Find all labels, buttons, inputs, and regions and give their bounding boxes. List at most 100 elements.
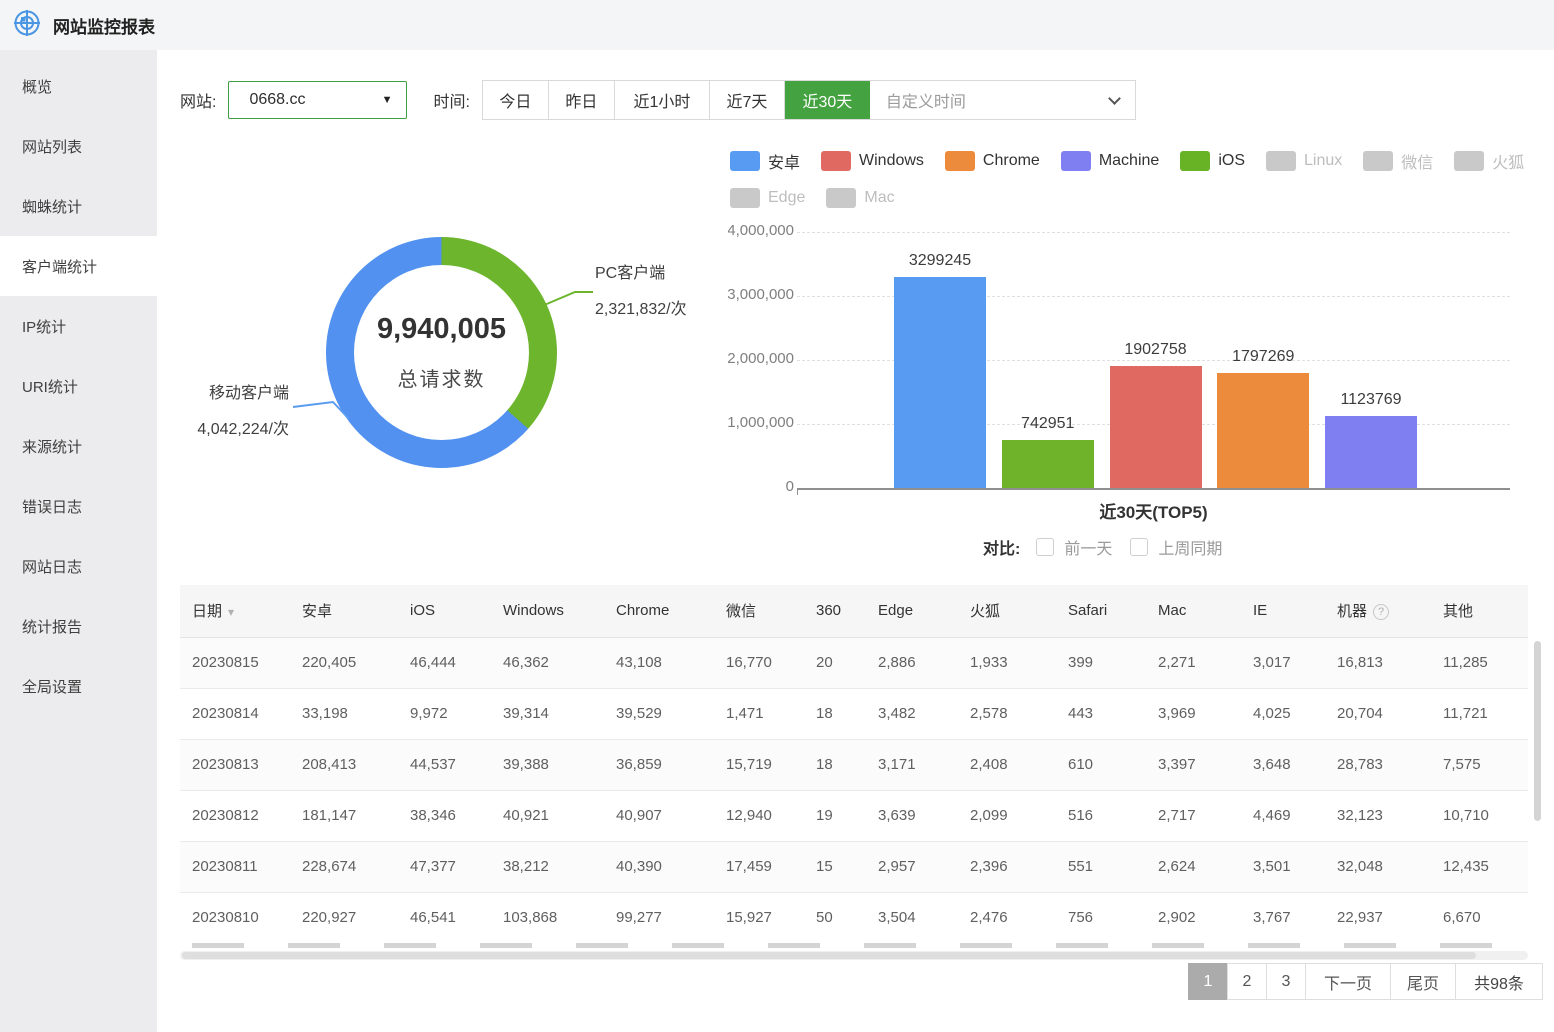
total-requests-label: 总请求数 [398, 363, 486, 392]
table-row: 20230810 220,927 46,541 103,868 99,277 [180, 892, 1528, 943]
compare-option-label: 上周同期 [1158, 535, 1222, 559]
bar-value-label: 3299245 [870, 252, 1010, 270]
vertical-scrollbar-thumb[interactable] [1534, 641, 1541, 821]
legend-item[interactable]: 微信 [1363, 149, 1433, 173]
sidebar-item[interactable]: 概览 [0, 56, 157, 116]
time-range-button[interactable]: 近1小时 [615, 81, 710, 119]
bar-chart: 3299245742951190275817972691123769 近30天(… [697, 225, 1554, 555]
time-range-button[interactable]: 今日 [483, 81, 549, 119]
custom-time-select[interactable]: 自定义时间 [870, 81, 1135, 119]
sidebar-item[interactable]: 全局设置 [0, 656, 157, 716]
column-header-label: Windows [503, 602, 564, 619]
sidebar-item[interactable]: 蜘蛛统计 [0, 176, 157, 236]
column-header: 其他 [1431, 585, 1528, 637]
legend-item[interactable]: Chrome [945, 149, 1040, 173]
table-body: 20230815 220,405 46,444 46,362 43,108 [180, 637, 1528, 943]
legend-label: 火狐 [1492, 149, 1524, 173]
table-cell: 38,346 [398, 790, 491, 841]
mobile-client-callout: 移动客户端 4,042,224/次 [157, 382, 289, 442]
site-select[interactable]: 0668.cc ▼ [228, 81, 407, 119]
bar-rect-iOS [1002, 440, 1094, 488]
sidebar-item[interactable]: 客户端统计 [0, 236, 157, 296]
bar-rect-Chrome [1217, 373, 1309, 488]
sidebar-item[interactable]: 网站列表 [0, 116, 157, 176]
sort-icon[interactable]: ▾ [228, 605, 234, 619]
column-header: Mac [1146, 585, 1241, 637]
clipped-next-row [192, 943, 1512, 948]
table-cell: 3,501 [1241, 841, 1325, 892]
column-header-label: 其他 [1443, 603, 1473, 620]
column-header: iOS [398, 585, 491, 637]
table-cell: 7,575 [1431, 739, 1528, 790]
table-cell: 443 [1056, 688, 1146, 739]
help-icon[interactable]: ? [1373, 604, 1389, 620]
column-header: Chrome [604, 585, 714, 637]
column-header-label: 安卓 [302, 603, 332, 620]
legend-color-chip [730, 151, 760, 171]
table-cell: 3,767 [1241, 892, 1325, 943]
legend-item[interactable]: Edge [730, 188, 805, 208]
table-cell: 32,048 [1325, 841, 1431, 892]
time-label: 时间: [433, 88, 469, 112]
legend-item[interactable]: 安卓 [730, 149, 800, 173]
compare-checkbox[interactable] [1036, 538, 1054, 556]
table-cell: 20230812 [180, 790, 290, 841]
page-number-button[interactable]: 1 [1188, 963, 1228, 1000]
table-cell: 28,783 [1325, 739, 1431, 790]
sidebar-item[interactable]: IP统计 [0, 296, 157, 356]
table-cell: 47,377 [398, 841, 491, 892]
sidebar-item[interactable]: 统计报告 [0, 596, 157, 656]
sidebar-item[interactable]: 网站日志 [0, 536, 157, 596]
legend-color-chip [1363, 151, 1393, 171]
mobile-client-label: 移动客户端 [157, 382, 289, 406]
topbar: 网站监控报表 [0, 0, 1554, 50]
table-cell: 40,907 [604, 790, 714, 841]
table-cell: 50 [804, 892, 866, 943]
bar-value-label: 742951 [978, 415, 1118, 433]
time-range-button[interactable]: 昨日 [549, 81, 615, 119]
next-page-button[interactable]: 下一页 [1305, 963, 1391, 1000]
column-header-label: 日期 [192, 603, 222, 620]
legend-label: Machine [1099, 152, 1159, 170]
legend-item[interactable]: Linux [1266, 149, 1342, 173]
sidebar-item[interactable]: 错误日志 [0, 476, 157, 536]
table-cell: 6,670 [1431, 892, 1528, 943]
table-cell: 3,017 [1241, 637, 1325, 688]
legend-item[interactable]: 火狐 [1454, 149, 1524, 173]
legend-label: Linux [1304, 152, 1342, 170]
time-range-button[interactable]: 近7天 [710, 81, 785, 119]
app-title: 网站监控报表 [53, 13, 155, 38]
table-cell: 4,025 [1241, 688, 1325, 739]
sidebar-item[interactable]: URI统计 [0, 356, 157, 416]
table-cell: 2,408 [958, 739, 1056, 790]
last-page-button[interactable]: 尾页 [1390, 963, 1456, 1000]
table-cell: 551 [1056, 841, 1146, 892]
legend-color-chip [1266, 151, 1296, 171]
table-cell: 2,902 [1146, 892, 1241, 943]
compare-checkbox[interactable] [1130, 538, 1148, 556]
table-cell: 11,285 [1431, 637, 1528, 688]
table-cell: 46,444 [398, 637, 491, 688]
column-header[interactable]: 日期 ▾ [180, 585, 290, 637]
horizontal-scrollbar[interactable] [180, 951, 1528, 960]
table-cell: 2,717 [1146, 790, 1241, 841]
legend-item[interactable]: Mac [826, 188, 894, 208]
table-cell: 39,314 [491, 688, 604, 739]
sidebar-item[interactable]: 来源统计 [0, 416, 157, 476]
gridline [797, 232, 1510, 233]
page-number-button[interactable]: 2 [1227, 963, 1267, 1000]
column-header: 微信 [714, 585, 804, 637]
legend-color-chip [821, 151, 851, 171]
column-header: 360 [804, 585, 866, 637]
legend-item[interactable]: Windows [821, 149, 924, 173]
legend-item[interactable]: Machine [1061, 149, 1159, 173]
column-header-label: Chrome [616, 602, 669, 619]
legend-item[interactable]: iOS [1180, 149, 1245, 173]
horizontal-scrollbar-thumb[interactable] [182, 952, 1476, 959]
table-cell: 2,271 [1146, 637, 1241, 688]
column-header-label: Mac [1158, 602, 1186, 619]
compare-label: 对比: [983, 535, 1020, 559]
column-header: 火狐 [958, 585, 1056, 637]
page-number-button[interactable]: 3 [1266, 963, 1306, 1000]
time-range-button[interactable]: 近30天 [785, 81, 870, 119]
